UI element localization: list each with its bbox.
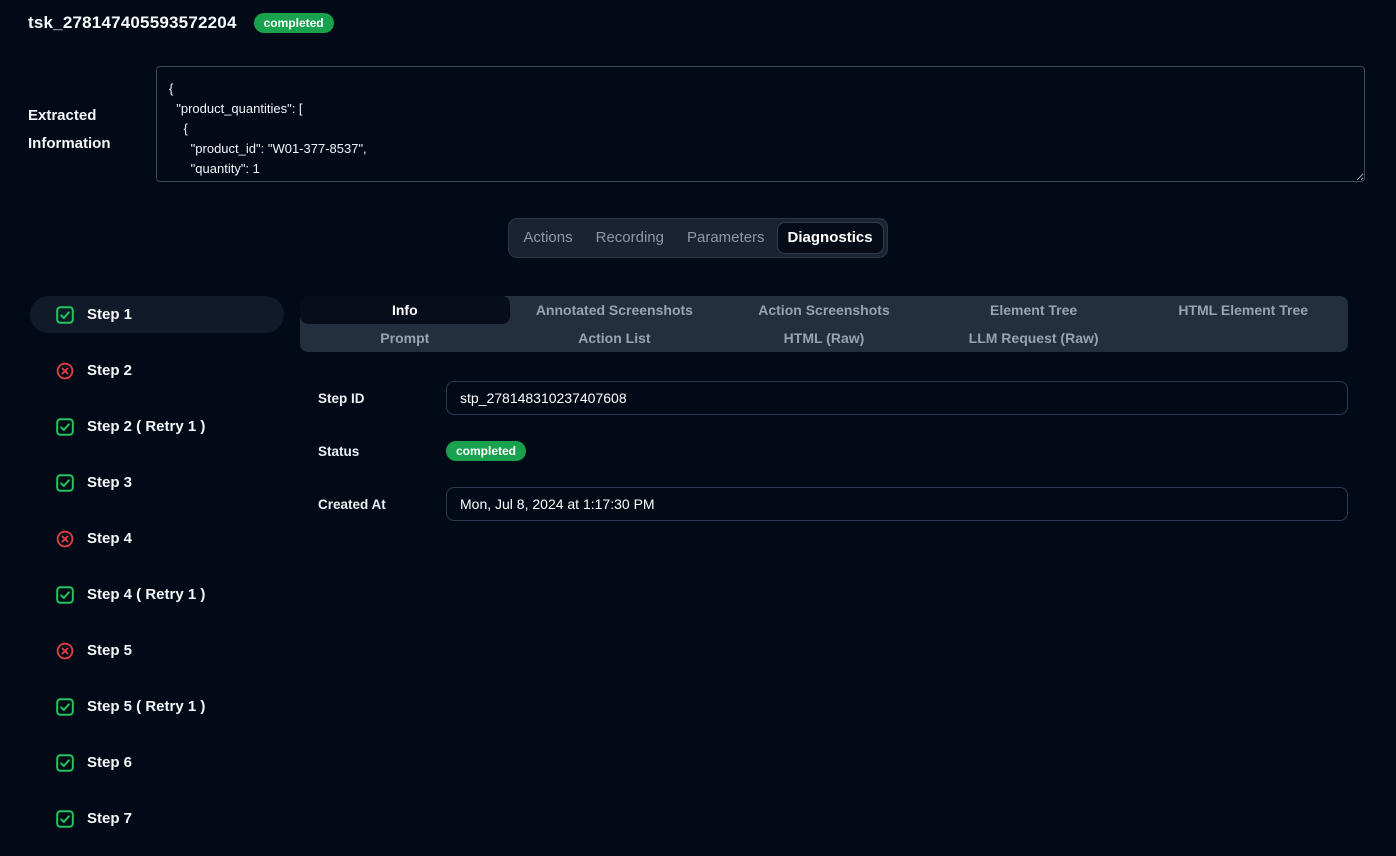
tab-element-tree[interactable]: Element Tree xyxy=(929,296,1139,324)
step-label: Step 4 xyxy=(87,530,132,547)
step-item-3[interactable]: Step 3 xyxy=(30,464,284,501)
check-square-icon xyxy=(56,586,74,604)
step-detail-panel: Info Annotated Screenshots Action Screen… xyxy=(300,296,1348,547)
diagnostics-content: Step 1 Step 2 Step 2 ( Retry 1 ) Step 3 … xyxy=(30,296,1348,856)
diagnostics-tab-bar: Info Annotated Screenshots Action Screen… xyxy=(300,296,1348,352)
step-label: Step 5 xyxy=(87,642,132,659)
tab-recording[interactable]: Recording xyxy=(586,223,674,253)
task-header: tsk_278147405593572204 completed xyxy=(0,0,1396,33)
step-status-label: Status xyxy=(318,444,446,459)
tab-prompt[interactable]: Prompt xyxy=(300,324,510,352)
tab-html-raw[interactable]: HTML (Raw) xyxy=(719,324,929,352)
step-item-1[interactable]: Step 1 xyxy=(30,296,284,333)
tab-actions[interactable]: Actions xyxy=(513,223,582,253)
step-id-label: Step ID xyxy=(318,391,446,406)
check-square-icon xyxy=(56,418,74,436)
tab-html-element-tree[interactable]: HTML Element Tree xyxy=(1138,296,1348,324)
step-status-badge: completed xyxy=(446,441,526,461)
tab-parameters[interactable]: Parameters xyxy=(677,223,775,253)
extracted-information-section: Extracted Information xyxy=(28,66,1365,182)
tab-diagnostics[interactable]: Diagnostics xyxy=(778,223,883,253)
step-item-2[interactable]: Step 2 xyxy=(30,352,284,389)
check-square-icon xyxy=(56,698,74,716)
step-label: Step 2 ( Retry 1 ) xyxy=(87,418,205,435)
extracted-information-label: Extracted Information xyxy=(28,66,156,182)
step-item-4[interactable]: Step 4 xyxy=(30,520,284,557)
check-square-icon xyxy=(56,754,74,772)
step-label: Step 7 xyxy=(87,810,132,827)
step-id-input[interactable] xyxy=(446,381,1348,415)
step-label: Step 5 ( Retry 1 ) xyxy=(87,698,205,715)
tab-info[interactable]: Info xyxy=(300,296,510,324)
step-label: Step 2 xyxy=(87,362,132,379)
extracted-information-textarea[interactable] xyxy=(156,66,1365,182)
main-tab-group: Actions Recording Parameters Diagnostics xyxy=(508,218,887,258)
x-circle-icon xyxy=(56,642,74,660)
step-label: Step 6 xyxy=(87,754,132,771)
tab-action-list[interactable]: Action List xyxy=(510,324,720,352)
step-item-5-retry-1[interactable]: Step 5 ( Retry 1 ) xyxy=(30,688,284,725)
tab-annotated-screenshots[interactable]: Annotated Screenshots xyxy=(510,296,720,324)
task-status-badge: completed xyxy=(254,13,334,33)
step-info-section: Step ID Status completed Created At xyxy=(300,381,1348,521)
step-item-4-retry-1[interactable]: Step 4 ( Retry 1 ) xyxy=(30,576,284,613)
step-label: Step 3 xyxy=(87,474,132,491)
tab-llm-request-raw[interactable]: LLM Request (Raw) xyxy=(929,324,1139,352)
step-item-7[interactable]: Step 7 xyxy=(30,800,284,837)
step-label: Step 1 xyxy=(87,306,132,323)
check-square-icon xyxy=(56,474,74,492)
step-item-6[interactable]: Step 6 xyxy=(30,744,284,781)
created-at-input[interactable] xyxy=(446,487,1348,521)
created-at-row: Created At xyxy=(318,487,1348,521)
x-circle-icon xyxy=(56,530,74,548)
main-tab-bar: Actions Recording Parameters Diagnostics xyxy=(0,218,1396,258)
step-id-row: Step ID xyxy=(318,381,1348,415)
step-item-2-retry-1[interactable]: Step 2 ( Retry 1 ) xyxy=(30,408,284,445)
created-at-label: Created At xyxy=(318,497,446,512)
check-square-icon xyxy=(56,306,74,324)
steps-sidebar: Step 1 Step 2 Step 2 ( Retry 1 ) Step 3 … xyxy=(30,296,284,856)
step-item-5[interactable]: Step 5 xyxy=(30,632,284,669)
step-label: Step 4 ( Retry 1 ) xyxy=(87,586,205,603)
tab-action-screenshots[interactable]: Action Screenshots xyxy=(719,296,929,324)
x-circle-icon xyxy=(56,362,74,380)
step-status-row: Status completed xyxy=(318,441,1348,461)
check-square-icon xyxy=(56,810,74,828)
task-id-title: tsk_278147405593572204 xyxy=(28,13,237,33)
